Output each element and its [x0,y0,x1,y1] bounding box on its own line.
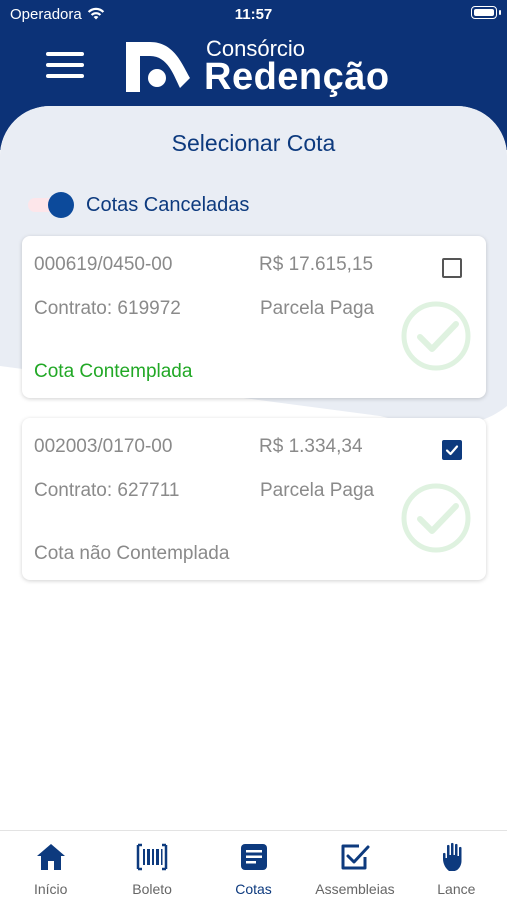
toggle-label: Cotas Canceladas [86,194,250,216]
hand-icon [443,842,462,871]
bottom-navigation: Início Boleto Cotas Assembleias Lance [0,830,507,900]
nav-assembleias[interactable]: Assembleias [304,831,405,900]
nav-boleto[interactable]: Boleto [101,831,202,900]
quota-value: R$ 17.615,15 [259,254,374,275]
checkbox-icon [341,844,370,870]
nav-lance[interactable]: Lance [406,831,507,900]
check-circle-icon [401,301,471,371]
barcode-icon [136,843,168,871]
select-quota-checkbox[interactable] [442,440,462,460]
check-circle-icon [401,483,471,553]
menu-line-icon [46,74,84,78]
quota-code: 000619/0450-00 [34,254,173,275]
quota-code: 002003/0170-00 [34,436,173,457]
checkmark-icon [445,445,459,456]
menu-line-icon [46,63,84,67]
nav-label: Cotas [235,881,272,897]
contract-number: Contrato: 627711 [34,480,180,501]
quota-status: Cota Contemplada [34,361,193,382]
toggle-knob [48,192,74,218]
home-icon [36,844,65,870]
logo-mark-icon [126,42,190,92]
battery-icon [471,6,501,19]
page-title: Selecionar Cota [171,130,336,156]
document-icon [240,844,267,870]
parcel-status: Parcela Paga [260,298,375,319]
logo-title: Redenção [204,56,390,98]
quota-status: Cota não Contemplada [34,543,230,564]
quota-card[interactable]: 000619/0450-00 R$ 17.615,15 Contrato: 61… [22,236,486,398]
main-content: Selecionar Cota Cotas Canceladas 000619/… [0,106,507,836]
nav-label: Lance [437,881,476,897]
cotas-canceladas-toggle[interactable] [28,192,76,218]
nav-label: Assembleias [315,881,395,897]
status-bar: Operadora 11:57 [0,0,507,30]
nav-inicio[interactable]: Início [0,831,101,900]
menu-line-icon [46,52,84,56]
parcel-status: Parcela Paga [260,480,375,501]
nav-label: Início [33,881,68,897]
hamburger-menu-button[interactable] [46,52,84,78]
clock: 11:57 [234,6,273,23]
quota-value: R$ 1.334,34 [259,436,363,457]
brand-logo: Consórcio Redenção [124,36,394,98]
quota-card[interactable]: 002003/0170-00 R$ 1.334,34 Contrato: 627… [22,418,486,580]
contract-number: Contrato: 619972 [34,298,181,319]
nav-cotas[interactable]: Cotas [203,831,304,900]
select-quota-checkbox[interactable] [442,258,462,278]
nav-label: Boleto [132,881,172,897]
